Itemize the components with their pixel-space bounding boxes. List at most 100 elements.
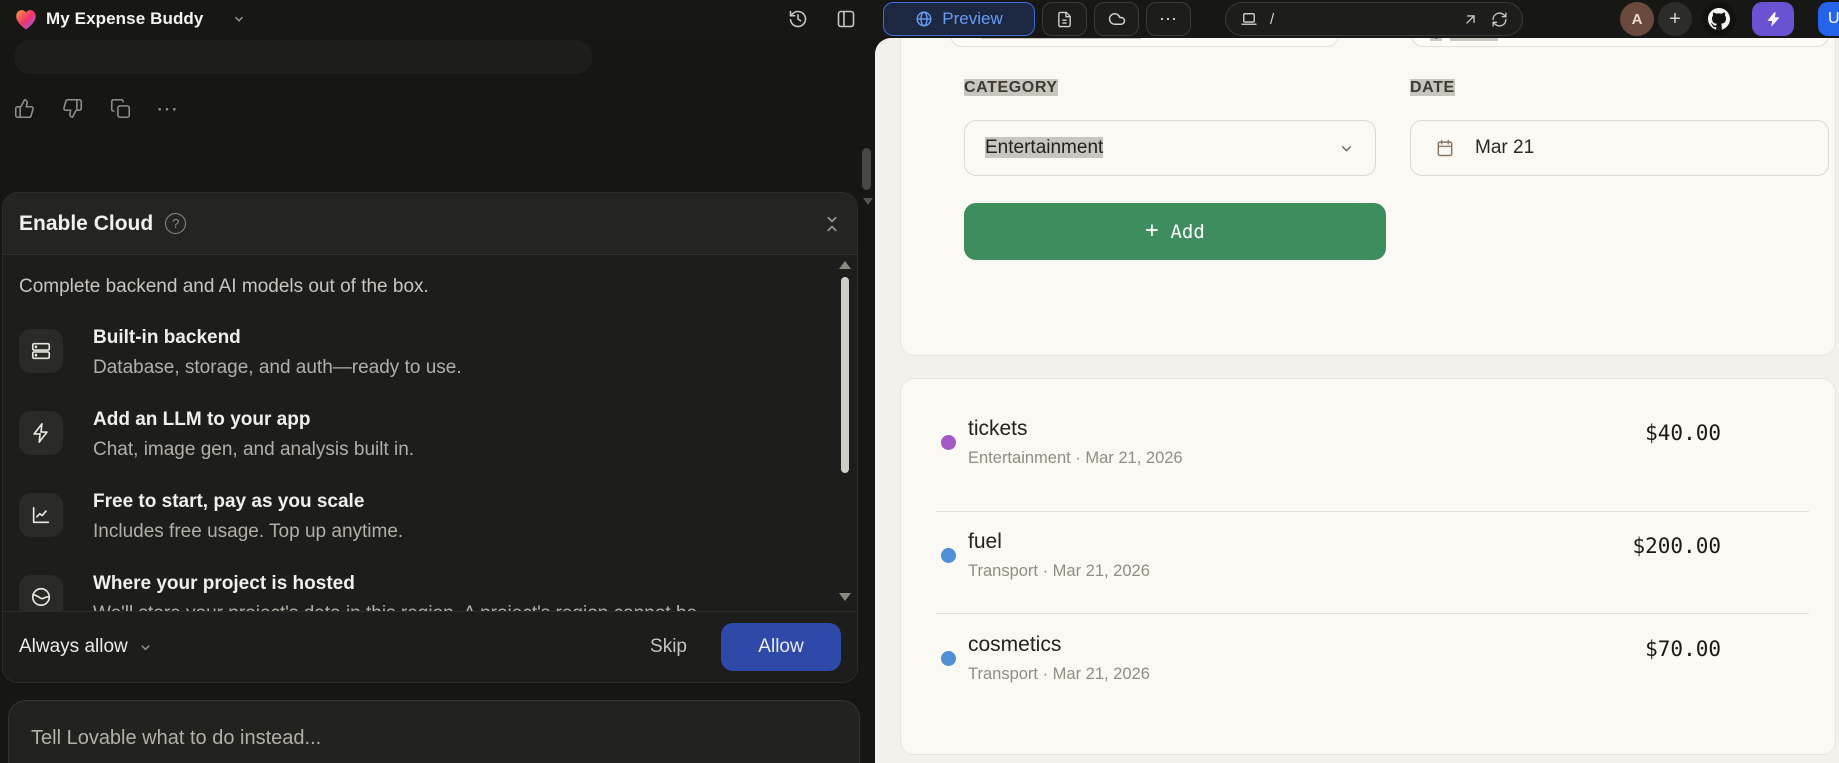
publish-label: U: [1828, 10, 1839, 27]
expense-list-card: tickets Entertainment · Mar 21, 2026 $40…: [900, 378, 1836, 755]
code-file-button[interactable]: [1042, 2, 1087, 36]
feature-desc: Database, storage, and auth—ready to use…: [93, 357, 462, 378]
category-dot: [941, 435, 956, 450]
project-title[interactable]: My Expense Buddy: [46, 9, 203, 29]
expense-meta: Transport · Mar 21, 2026: [968, 562, 1150, 580]
top-bar: My Expense Buddy Preview ⋯ / A + U: [0, 0, 1839, 38]
category-label: CATEGORY: [964, 79, 1058, 96]
feature-title: Free to start, pay as you scale: [93, 491, 365, 512]
expense-amount: $40.00: [1645, 421, 1721, 445]
dialog-scrollbar-up[interactable]: [839, 261, 851, 269]
cloud-icon: [1108, 13, 1125, 25]
always-allow-dropdown[interactable]: Always allow: [19, 636, 153, 658]
thumbs-down-icon[interactable]: [62, 98, 83, 119]
expense-name: fuel: [968, 530, 1002, 553]
feature-title: Built-in backend: [93, 327, 241, 348]
backend-icon: [19, 329, 63, 373]
skip-button[interactable]: Skip: [650, 636, 687, 658]
dialog-intro: Complete backend and AI models out of th…: [19, 276, 429, 297]
feature-item: Add an LLM to your app Chat, image gen, …: [19, 405, 797, 465]
thumbs-up-icon[interactable]: [14, 98, 35, 119]
add-label: Add: [1170, 220, 1205, 243]
date-value: Mar 21: [1475, 137, 1535, 158]
url-bar[interactable]: /: [1225, 2, 1523, 36]
feature-item: Free to start, pay as you scale Includes…: [19, 487, 797, 547]
add-project-button[interactable]: +: [1658, 2, 1692, 36]
allow-button[interactable]: Allow: [721, 623, 841, 671]
url-path: /: [1270, 10, 1275, 28]
chat-scrollbar-down[interactable]: [863, 198, 873, 205]
feature-item: Where your project is hosted We'll store…: [19, 569, 797, 611]
feature-title: Where your project is hosted: [93, 573, 355, 594]
help-icon[interactable]: ?: [165, 213, 187, 234]
preview-label: Preview: [942, 9, 1003, 28]
feature-desc: Chat, image gen, and analysis built in.: [93, 439, 415, 460]
plus-icon: +: [1669, 7, 1681, 30]
copy-icon[interactable]: [110, 98, 131, 119]
always-allow-label: Always allow: [19, 636, 128, 657]
globe-icon: [916, 11, 932, 27]
dialog-footer: Always allow Skip Allow: [3, 611, 857, 682]
more-options-button[interactable]: ⋯: [1146, 2, 1191, 36]
category-select[interactable]: Entertainment: [964, 120, 1376, 176]
date-picker[interactable]: Mar 21: [1410, 120, 1829, 176]
hosting-globe-icon: [19, 575, 63, 611]
expense-amount: $70.00: [1645, 637, 1721, 661]
cloud-button[interactable]: [1094, 2, 1139, 36]
composer-placeholder: Tell Lovable what to do instead...: [31, 727, 322, 749]
avatar[interactable]: A: [1620, 2, 1654, 36]
github-button[interactable]: [1702, 2, 1736, 36]
expense-meta: Entertainment · Mar 21, 2026: [968, 449, 1183, 467]
chevron-down-icon[interactable]: [232, 12, 246, 26]
date-label: DATE: [1410, 79, 1455, 96]
expense-name: cosmetics: [968, 633, 1062, 656]
row-divider: [936, 511, 1809, 512]
panel-toggle-icon[interactable]: [836, 9, 856, 29]
more-icon: ⋯: [1159, 8, 1178, 29]
feature-desc: Includes free usage. Top up anytime.: [93, 521, 404, 542]
dialog-body: Complete backend and AI models out of th…: [3, 255, 857, 611]
expense-form-card: Coffee, groceries... $ 0.00 CATEGORY DAT…: [900, 38, 1836, 356]
publish-button[interactable]: U: [1818, 2, 1839, 36]
refresh-icon[interactable]: [1491, 11, 1508, 28]
amount-input[interactable]: $ 0.00: [1411, 38, 1829, 47]
collapse-icon[interactable]: [823, 215, 841, 233]
preview-button[interactable]: Preview: [883, 2, 1035, 36]
file-icon: [1058, 11, 1071, 27]
laptop-icon: [1241, 13, 1257, 25]
expense-meta: Transport · Mar 21, 2026: [968, 665, 1150, 683]
lovable-logo: [16, 10, 36, 30]
credits-button[interactable]: [1752, 2, 1794, 36]
chat-composer[interactable]: Tell Lovable what to do instead...: [8, 700, 860, 763]
amount-value: $ 0.00: [1430, 38, 1499, 41]
description-input[interactable]: Coffee, groceries...: [950, 38, 1339, 47]
category-dot: [941, 651, 956, 666]
chat-message-bubble: [14, 40, 592, 74]
description-placeholder: Coffee, groceries...: [981, 38, 1142, 40]
chevron-down-icon: [141, 644, 150, 650]
category-value: Entertainment: [985, 137, 1104, 158]
feature-item: Built-in backend Database, storage, and …: [19, 323, 797, 383]
usage-chart-icon: [19, 493, 63, 537]
dialog-title: Enable Cloud: [19, 211, 154, 235]
app-preview-pane: Coffee, groceries... $ 0.00 CATEGORY DAT…: [875, 38, 1839, 763]
dialog-scrollbar-down[interactable]: [839, 593, 851, 601]
chat-scrollbar-thumb[interactable]: [862, 148, 871, 190]
plus-icon: +: [1145, 218, 1159, 243]
external-link-icon[interactable]: [1462, 11, 1479, 28]
add-expense-button[interactable]: + Add: [964, 203, 1386, 260]
category-dot: [941, 548, 956, 563]
chat-panel: ⋯ Enable Cloud ? Complete backend and AI…: [0, 38, 875, 763]
dialog-header: Enable Cloud ?: [3, 193, 857, 255]
calendar-icon: [1437, 139, 1453, 157]
message-more-icon[interactable]: ⋯: [156, 98, 178, 120]
expense-amount: $200.00: [1632, 534, 1721, 558]
dialog-scrollbar-thumb[interactable]: [841, 277, 849, 473]
expense-name: tickets: [968, 417, 1028, 440]
llm-lightning-icon: [19, 411, 63, 455]
enable-cloud-dialog: Enable Cloud ? Complete backend and AI m…: [2, 192, 858, 683]
chevron-down-icon: [1341, 145, 1352, 152]
feature-desc: We'll store your project's data in this …: [93, 599, 697, 611]
history-icon[interactable]: [788, 9, 808, 29]
lightning-icon: [1766, 11, 1780, 27]
